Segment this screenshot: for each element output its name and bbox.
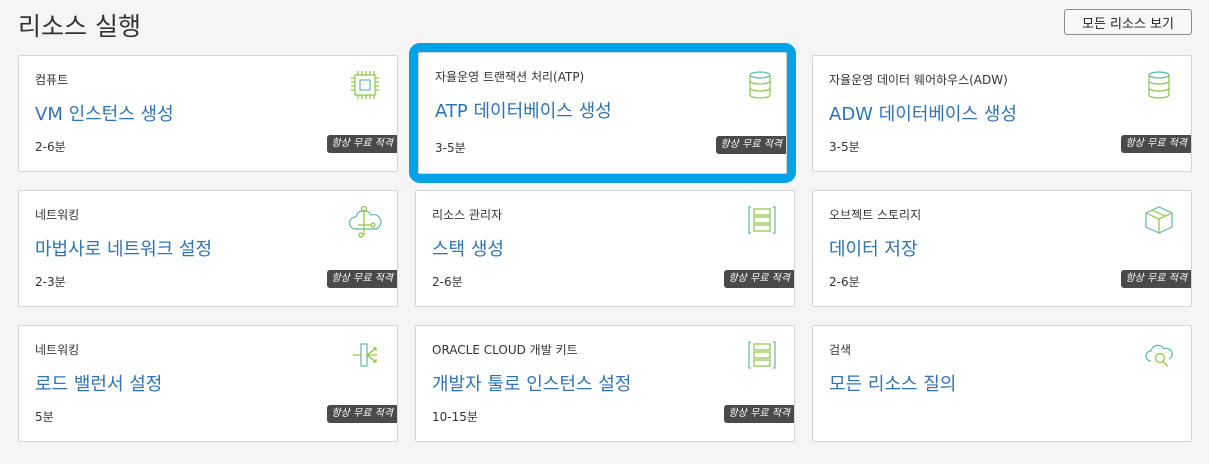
load-balancer-icon (349, 338, 381, 372)
card-store-data[interactable]: 오브젝트 스토리지 데이터 저장 2-6분 항상 무료 적격 (812, 190, 1192, 307)
card-create-stack[interactable]: 리소스 관리자 스택 생성 2-6분 항상 무료 적격 (415, 190, 795, 307)
card-dev-kit[interactable]: ORACLE CLOUD 개발 키트 개발자 툴로 인스턴스 설정 10-15분… (415, 325, 795, 442)
card-category: 오브젝트 스토리지 (829, 208, 922, 222)
card-category: 리소스 관리자 (432, 208, 503, 222)
card-category: 컴퓨트 (35, 73, 69, 87)
box-icon (1143, 203, 1175, 237)
card-title-link[interactable]: ATP 데이터베이스 생성 (435, 97, 612, 123)
card-duration: 2-3분 (35, 275, 66, 289)
card-duration: 2-6분 (35, 140, 66, 154)
always-free-badge: 항상 무료 적격 (327, 135, 397, 153)
chip-icon (349, 68, 381, 102)
card-title-link[interactable]: 마법사로 네트워크 설정 (35, 235, 212, 261)
card-category: 검색 (829, 343, 852, 357)
card-load-balancer[interactable]: 네트워킹 로드 밸런서 설정 5분 항상 무료 적격 (18, 325, 398, 442)
stack-icon (746, 338, 778, 372)
card-duration: 10-15분 (432, 410, 478, 424)
always-free-badge: 항상 무료 적격 (1121, 135, 1191, 153)
card-category: 네트워킹 (35, 208, 80, 222)
always-free-badge: 항상 무료 적격 (327, 405, 397, 423)
card-title-link[interactable]: VM 인스턴스 생성 (35, 100, 174, 126)
card-query-resources[interactable]: 검색 모든 리소스 질의 (812, 325, 1192, 442)
card-title-link[interactable]: 데이터 저장 (829, 235, 918, 261)
always-free-badge: 항상 무료 적격 (724, 405, 794, 423)
always-free-badge: 항상 무료 적격 (327, 270, 397, 288)
card-create-atp[interactable]: 자율운영 트랜잭션 처리(ATP) ATP 데이터베이스 생성 3-5분 항상 … (409, 43, 796, 183)
card-duration: 3-5분 (829, 140, 860, 154)
card-title-link[interactable]: 로드 밸런서 설정 (35, 370, 162, 396)
always-free-badge: 항상 무료 적격 (716, 136, 786, 154)
database-icon (744, 68, 776, 102)
stack-icon (746, 203, 778, 237)
card-duration: 5분 (35, 410, 54, 424)
card-create-adw[interactable]: 자율운영 데이터 웨어하우스(ADW) ADW 데이터베이스 생성 3-5분 항… (812, 55, 1192, 172)
card-duration: 2-6분 (432, 275, 463, 289)
view-all-resources-button[interactable]: 모든 리소스 보기 (1064, 9, 1192, 35)
card-category: ORACLE CLOUD 개발 키트 (432, 343, 578, 357)
always-free-badge: 항상 무료 적격 (724, 270, 794, 288)
cloud-network-icon (347, 203, 383, 239)
card-category: 자율운영 데이터 웨어하우스(ADW) (829, 73, 1008, 87)
card-network-wizard[interactable]: 네트워킹 마법사로 네트워크 설정 2-3분 항상 무료 적격 (18, 190, 398, 307)
always-free-badge: 항상 무료 적격 (1121, 270, 1191, 288)
card-duration: 3-5분 (435, 141, 466, 155)
card-title-link[interactable]: 개발자 툴로 인스턴스 설정 (432, 370, 631, 396)
page-title: 리소스 실행 (18, 12, 141, 41)
database-icon (1143, 68, 1175, 102)
card-create-vm[interactable]: 컴퓨트 VM 인스턴스 생성 2-6분 항상 무료 적격 (18, 55, 398, 172)
card-title-link[interactable]: 스택 생성 (432, 235, 504, 261)
card-duration: 2-6분 (829, 275, 860, 289)
card-category: 네트워킹 (35, 343, 80, 357)
cloud-search-icon (1143, 338, 1175, 372)
card-title-link[interactable]: 모든 리소스 질의 (829, 370, 956, 396)
card-title-link[interactable]: ADW 데이터베이스 생성 (829, 100, 1017, 126)
card-category: 자율운영 트랜잭션 처리(ATP) (435, 70, 585, 84)
